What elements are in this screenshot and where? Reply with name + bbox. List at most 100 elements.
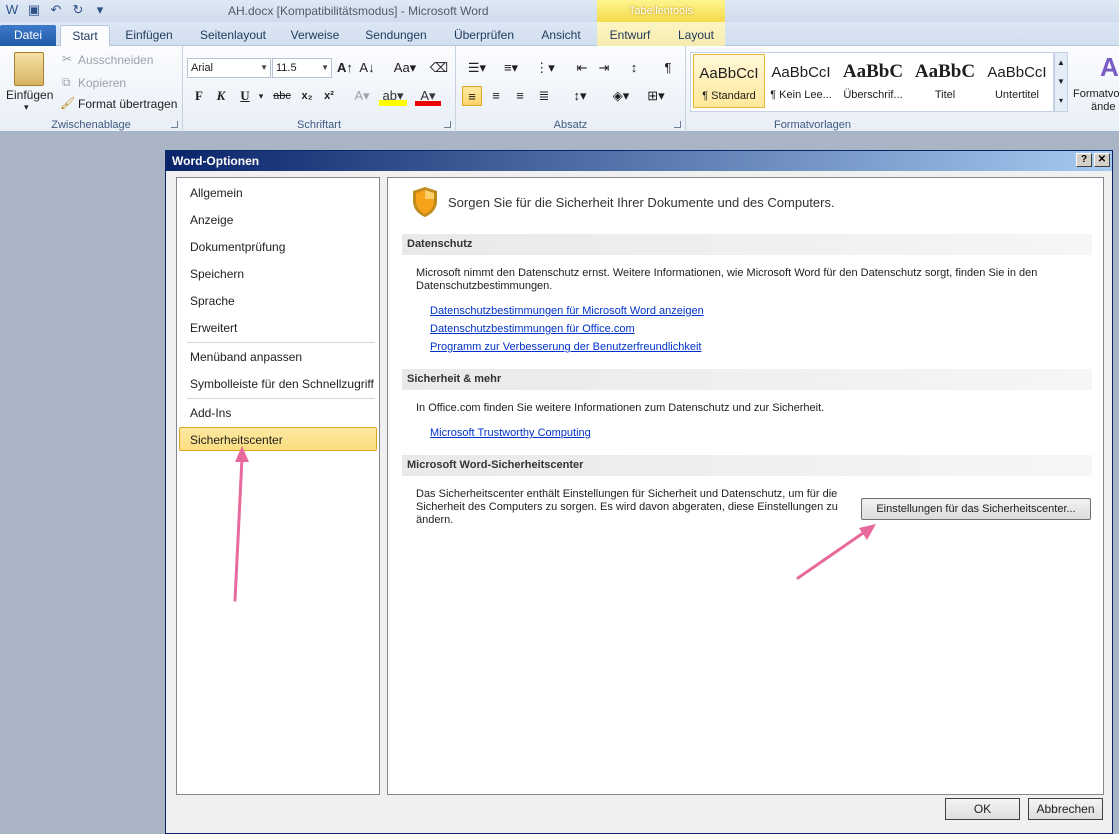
nav-item-sprache[interactable]: Sprache — [179, 289, 377, 313]
bold-button[interactable]: F — [189, 86, 209, 106]
section-datenschutz: Datenschutz — [402, 234, 1092, 255]
nav-separator — [187, 398, 375, 399]
dialog-title-bar: Word-Optionen ? ✕ — [166, 151, 1112, 171]
nav-item-schnellzugriff[interactable]: Symbolleiste für den Schnellzugriff — [179, 372, 377, 396]
nav-item-erweitert[interactable]: Erweitert — [179, 316, 377, 340]
shrink-font-icon[interactable]: A↓ — [357, 58, 377, 78]
save-icon[interactable]: ▣ — [26, 2, 42, 18]
bullets-icon[interactable]: ☰▾ — [464, 58, 490, 78]
tab-seitenlayout[interactable]: Seitenlayout — [192, 25, 274, 46]
paste-dropdown-icon[interactable]: ▾ — [24, 102, 29, 113]
sicherheitscenter-text: Das Sicherheitscenter enthält Einstellun… — [416, 488, 838, 526]
superscript-button[interactable]: x² — [319, 86, 339, 106]
ribbon: Einfügen ▾ ✂ Ausschneiden ⧉ Kopieren 🖌 F… — [0, 46, 1119, 132]
tab-datei[interactable]: Datei — [0, 25, 56, 46]
styles-scroll-buttons[interactable]: ▲ ▼ ▾ — [1054, 52, 1068, 112]
redo-icon[interactable]: ↻ — [70, 2, 86, 18]
increase-indent-icon[interactable]: ⇥ — [594, 58, 614, 78]
style-kein-leerraum[interactable]: AaBbCcI ¶ Kein Lee... — [765, 54, 837, 108]
change-styles-label-2[interactable]: ände — [1091, 101, 1115, 113]
link-word-datenschutz[interactable]: Datenschutzbestimmungen für Microsoft Wo… — [430, 305, 704, 317]
word-app-icon[interactable]: W — [4, 2, 20, 18]
change-styles-icon[interactable]: A — [1100, 52, 1119, 83]
strikethrough-button[interactable]: abc — [269, 86, 295, 106]
clipboard-launcher-icon[interactable] — [171, 121, 178, 128]
clear-format-icon[interactable]: ⌫ — [429, 58, 449, 78]
tab-entwurf[interactable]: Entwurf — [602, 25, 658, 46]
ok-button[interactable]: OK — [945, 798, 1020, 820]
style-untertitel-preview: AaBbCcI — [987, 64, 1047, 81]
nav-item-allgemein[interactable]: Allgemein — [179, 181, 377, 205]
borders-icon[interactable]: ⊞▾ — [642, 86, 670, 106]
underline-dropdown-icon[interactable]: ▾ — [251, 86, 271, 106]
shading-icon[interactable]: ◈▾ — [606, 86, 636, 106]
subscript-button[interactable]: x₂ — [297, 86, 317, 106]
text-effects-icon[interactable]: A▾ — [349, 86, 375, 106]
line-spacing-icon[interactable]: ↕▾ — [566, 86, 594, 106]
trust-center-settings-button[interactable]: Einstellungen für das Sicherheitscenter.… — [861, 498, 1091, 520]
link-benutzerfreundlichkeit[interactable]: Programm zur Verbesserung der Benutzerfr… — [430, 341, 701, 353]
justify-icon[interactable]: ≣ — [534, 86, 554, 106]
tab-verweise[interactable]: Verweise — [284, 25, 346, 46]
format-painter-icon: 🖌 — [60, 96, 76, 110]
nav-item-speichern[interactable]: Speichern — [179, 262, 377, 286]
paragraph-launcher-icon[interactable] — [674, 121, 681, 128]
font-name-combo[interactable]: Arial ▼ — [187, 58, 271, 78]
change-styles-label-1[interactable]: Formatvo — [1073, 88, 1119, 100]
style-standard-name: ¶ Standard — [702, 90, 756, 102]
decrease-indent-icon[interactable]: ⇤ — [572, 58, 592, 78]
paragraph-group: ☰▾ ≡▾ ⋮▾ ⇤ ⇥ ↕ ¶ ≡ ≡ ≡ ≣ ↕▾ ◈▾ ⊞▾ Absatz — [456, 46, 686, 132]
copy-button[interactable]: Kopieren — [78, 76, 126, 90]
cut-icon: ✂ — [62, 52, 73, 66]
style-ueberschrift-name: Überschrif... — [843, 89, 903, 101]
section-sicherheit-mehr: Sicherheit & mehr — [402, 369, 1092, 390]
clipboard-group-label: Zwischenablage — [51, 119, 131, 131]
section-sicherheitscenter: Microsoft Word-Sicherheitscenter — [402, 455, 1092, 476]
font-size-combo[interactable]: 11.5 ▼ — [272, 58, 332, 78]
change-case-icon[interactable]: Aa▾ — [391, 58, 419, 78]
align-left-icon[interactable]: ≡ — [462, 86, 482, 106]
nav-item-sicherheitscenter[interactable]: Sicherheitscenter — [179, 427, 377, 451]
nav-item-dokumentpruefung[interactable]: Dokumentprüfung — [179, 235, 377, 259]
grow-font-icon[interactable]: A↑ — [335, 58, 355, 78]
nav-item-add-ins[interactable]: Add-Ins — [179, 401, 377, 425]
tab-ansicht[interactable]: Ansicht — [532, 25, 590, 46]
link-office-datenschutz[interactable]: Datenschutzbestimmungen für Office.com — [430, 323, 635, 335]
nav-item-menueband[interactable]: Menüband anpassen — [179, 345, 377, 369]
highlight-color-icon[interactable]: ab▾ — [379, 86, 407, 106]
style-titel[interactable]: AaBbC Titel — [909, 54, 981, 108]
show-formatting-icon[interactable]: ¶ — [658, 58, 678, 78]
multilevel-list-icon[interactable]: ⋮▾ — [532, 58, 558, 78]
font-color-icon[interactable]: A▾ — [415, 86, 441, 106]
numbering-icon[interactable]: ≡▾ — [498, 58, 524, 78]
window-title: AH.docx [Kompatibilitätsmodus] - Microso… — [228, 4, 489, 18]
copy-icon: ⧉ — [62, 75, 71, 89]
format-painter-button[interactable]: Format übertragen — [78, 97, 177, 111]
align-center-icon[interactable]: ≡ — [486, 86, 506, 106]
close-button[interactable]: ✕ — [1094, 153, 1110, 167]
sicherheit-mehr-text: In Office.com finden Sie weitere Informa… — [416, 402, 825, 414]
style-ueberschrift[interactable]: AaBbC Überschrif... — [837, 54, 909, 108]
style-kein-leerraum-preview: AaBbCcI — [771, 64, 831, 81]
help-button[interactable]: ? — [1076, 153, 1092, 167]
cancel-button[interactable]: Abbrechen — [1028, 798, 1103, 820]
tab-start[interactable]: Start — [60, 25, 110, 46]
tab-sendungen[interactable]: Sendungen — [358, 25, 434, 46]
link-trustworthy-computing[interactable]: Microsoft Trustworthy Computing — [430, 427, 591, 439]
tab-ueberpruefen[interactable]: Überprüfen — [446, 25, 522, 46]
font-launcher-icon[interactable] — [444, 121, 451, 128]
cut-button[interactable]: Ausschneiden — [78, 53, 153, 67]
undo-icon[interactable]: ↶ — [48, 2, 64, 18]
customize-qat-icon[interactable]: ▾ — [92, 2, 108, 18]
paste-icon[interactable] — [14, 52, 44, 86]
tab-einfuegen[interactable]: Einfügen — [116, 25, 182, 46]
style-standard[interactable]: AaBbCcI ¶ Standard — [693, 54, 765, 108]
italic-button[interactable]: K — [211, 86, 231, 106]
style-untertitel[interactable]: AaBbCcI Untertitel — [981, 54, 1053, 108]
tab-layout[interactable]: Layout — [670, 25, 722, 46]
align-right-icon[interactable]: ≡ — [510, 86, 530, 106]
quick-access-toolbar: W ▣ ↶ ↻ ▾ — [4, 2, 108, 18]
sort-icon[interactable]: ↕ — [624, 58, 644, 78]
paste-button[interactable]: Einfügen — [6, 88, 53, 102]
nav-item-anzeige[interactable]: Anzeige — [179, 208, 377, 232]
